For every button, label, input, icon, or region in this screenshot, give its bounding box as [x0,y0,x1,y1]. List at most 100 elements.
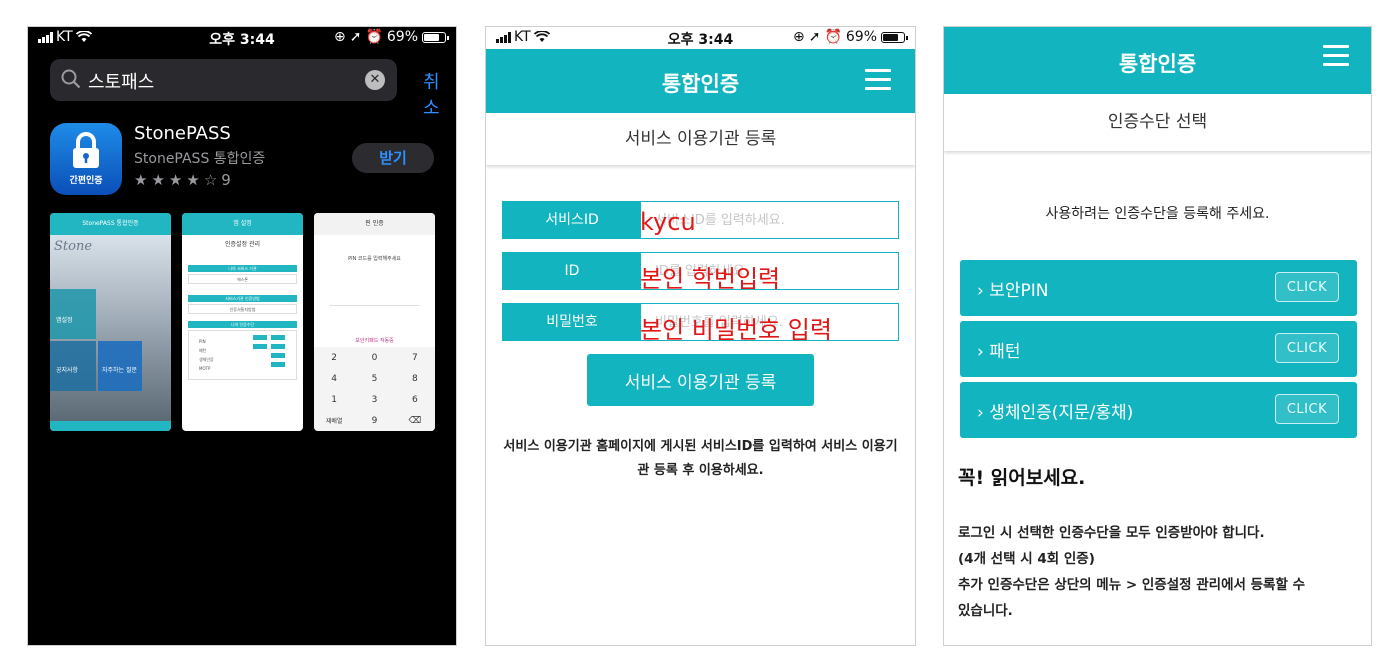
rating-count: 9 [221,171,231,189]
method-label: › 보안PIN [977,281,1049,301]
star-icon: ★ [168,171,183,189]
method-prompt: 사용하려는 인증수단을 등록해 주세요. [1045,206,1270,222]
readme-line: 있습니다. [958,603,1013,619]
status-bar: KT 오후 3:44 ⊕ ➚ ⏰ 69% [486,27,915,49]
cancel-search-button[interactable]: 취소 [423,68,456,120]
section-bar: 나의 인증수단 [188,321,297,328]
page-title: 인증수단 선택 [944,94,1371,151]
stone-logo: Stone [54,239,93,254]
app-store-panel: KT 오후 3:44 ⊕ ➚ ⏰ 69% 스토패스 ✕ 취소 간편인증 Ston… [27,26,457,646]
keypad-key: 2 [331,352,338,363]
auth-method-panel: 통합인증 인증수단 선택 사용하려는 인증수단을 등록해 주세요. › 보안PI… [943,26,1372,646]
user-id-row: ID [502,252,899,290]
keypad-key: 재배열 [325,418,343,425]
user-id-input[interactable] [641,253,898,289]
pin-prompt: PIN 코드를 입력해주세요 [348,256,401,262]
secure-pin-click-button[interactable]: CLICK [1275,272,1339,302]
user-id-label: ID [503,253,641,289]
method-list: PIN 패턴 생체인증 MOTP [188,330,297,380]
method-row-labels: PIN 패턴 생체인증 MOTP [199,339,214,371]
screenshot-header: 핀 인증 [314,213,435,235]
service-id-label: 서비스ID [503,202,641,238]
status-bar: KT 오후 3:44 ⊕ ➚ ⏰ 69% [28,27,456,49]
rotation-lock-icon: ⊕ [792,29,805,45]
hamburger-menu-icon[interactable] [1323,45,1349,67]
readme-text: 로그인 시 선택한 인증수단을 모두 인증받아야 합니다. (4개 선택 시 4… [958,520,1359,624]
alarm-icon: ⏰ [365,29,383,45]
location-icon: ➚ [349,29,362,45]
keypad-key: 7 [411,352,418,363]
password-input[interactable] [641,304,898,340]
section-item: 에스톤 [188,274,297,284]
screenshot-header: StonePASS 통합인증 [50,213,171,235]
method-secure-pin[interactable]: › 보안PIN CLICK [960,260,1357,316]
keypad-key: 0 [371,352,378,363]
method-label: › 생체인증(지문/홍채) [977,403,1134,423]
register-service-button[interactable]: 서비스 이용기관 등록 [587,354,814,406]
keypad-key: 9 [371,415,378,426]
app-header: 통합인증 [944,27,1371,94]
readme-line: (4개 선택 시 4회 인증) [958,551,1095,567]
tile-app-settings: 앱설정 [50,289,96,339]
search-field[interactable]: 스토패스 ✕ [50,59,397,101]
app-screenshot-2[interactable]: 앱 설정 인증설정 관리 나의 서비스 기관 에스톤 서비스기관 인증방법 인증… [182,213,303,431]
keypad-key: 1 [331,394,338,405]
service-id-row: 서비스ID [502,201,899,239]
biometric-click-button[interactable]: CLICK [1275,394,1339,424]
tile-notices: 공지사항 [50,341,96,391]
keypad-key: 6 [411,394,418,405]
get-button[interactable]: 받기 [352,143,434,173]
password-label: 비밀번호 [503,304,641,340]
screenshot-title: 인증설정 관리 [224,241,261,248]
pin-underline [330,305,419,306]
pattern-click-button[interactable]: CLICK [1275,333,1339,363]
stonepass-app-icon[interactable]: 간편인증 [50,123,122,195]
secure-keypad: 2 0 7 4 5 8 1 3 6 재배열 9 ⌫ [314,347,435,431]
battery-percent: 69% [386,29,418,45]
keypad-key: 3 [371,394,378,405]
section-bar: 나의 서비스 기관 [188,265,297,272]
keypad-key: 8 [411,373,418,384]
lock-icon [73,132,99,168]
building-photo: Stone 앱설정 공지사항 자주하는 질문 [50,235,171,421]
star-icon: ★ [134,171,148,189]
keypad-key: ⌫ [408,415,422,426]
rating-stars: ★ ★ ★ ★ ☆ 9 [134,171,231,189]
method-label: › 패턴 [977,342,1021,362]
star-empty-icon: ☆ [203,171,218,189]
section-bar: 서비스기관 인증방법 [188,295,297,302]
clear-search-icon[interactable]: ✕ [365,70,385,90]
service-id-input[interactable] [641,202,898,238]
search-row: 스토패스 ✕ 취소 [50,59,456,119]
header-title: 통합인증 [661,72,740,96]
header-title: 통합인증 [1118,52,1197,76]
star-icon: ★ [151,171,165,189]
password-row: 비밀번호 [502,303,899,341]
readme-line: 로그인 시 선택한 인증수단을 모두 인증받아야 합니다. [958,525,1265,541]
search-icon [61,69,81,89]
registration-guide: 서비스 이용기관 홈페이지에 게시된 서비스ID를 입력하여 서비스 이용기관 … [503,439,898,478]
search-query: 스토패스 [88,72,155,93]
app-subtitle: StonePASS 통합인증 [134,151,266,167]
battery-percent: 69% [845,29,877,45]
screenshot-footer [50,421,171,431]
keypad-key: 4 [331,373,338,384]
star-icon: ★ [186,171,200,189]
tile-faq: 자주하는 질문 [98,341,142,391]
app-screenshot-3[interactable]: 핀 인증 PIN 코드를 입력해주세요 보안키패드 작동중 2 0 7 4 5 … [314,213,435,431]
rotation-lock-icon: ⊕ [333,29,346,45]
section-item: 인증서통지방법 [188,304,297,314]
alarm-icon: ⏰ [824,29,842,45]
app-name[interactable]: StonePASS [134,123,231,144]
readme-title: 꼭! 읽어보세요. [958,467,1086,489]
service-registration-panel: KT 오후 3:44 ⊕ ➚ ⏰ 69% 통합인증 서비스 이용기관 등록 서비… [485,26,916,646]
readme-line: 추가 인증수단은 상단의 메뉴 > 인증설정 관리에서 등록할 수 [958,577,1305,593]
location-icon: ➚ [808,29,821,45]
app-screenshot-1[interactable]: StonePASS 통합인증 Stone 앱설정 공지사항 자주하는 질문 [50,213,171,431]
hamburger-menu-icon[interactable] [865,69,891,91]
secure-keypad-label: 보안키패드 작동중 [355,338,394,344]
battery-icon [881,31,908,43]
method-pattern[interactable]: › 패턴 CLICK [960,321,1357,377]
method-biometric[interactable]: › 생체인증(지문/홍채) CLICK [960,382,1357,438]
screenshot-header: 앱 설정 [182,213,303,235]
